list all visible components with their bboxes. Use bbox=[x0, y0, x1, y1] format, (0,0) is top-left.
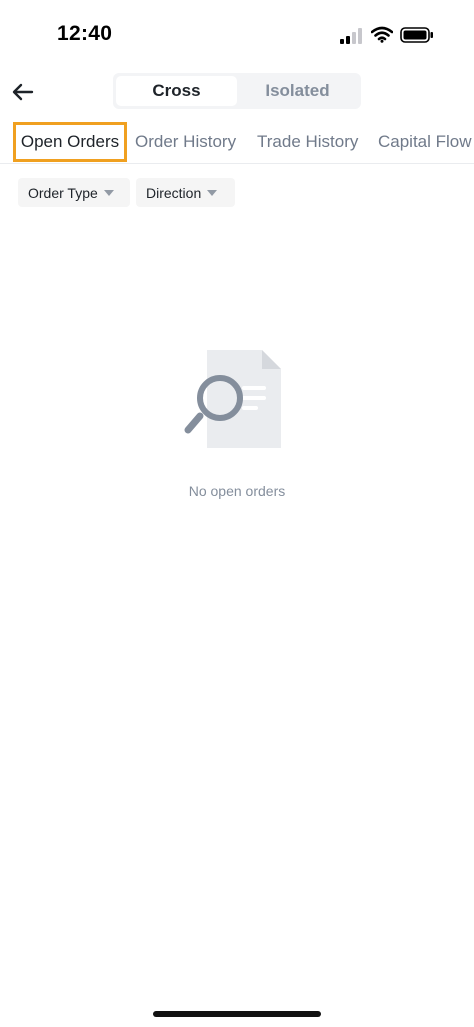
margin-mode-toggle: Cross Isolated bbox=[113, 73, 361, 109]
direction-filter[interactable]: Direction bbox=[136, 178, 235, 207]
tab-order-history[interactable]: Order History bbox=[135, 122, 236, 162]
document-search-icon bbox=[184, 350, 281, 448]
empty-state-message: No open orders bbox=[188, 483, 286, 499]
order-type-filter-label: Order Type bbox=[28, 184, 98, 201]
isolated-mode-button[interactable]: Isolated bbox=[237, 76, 358, 106]
tab-open-orders[interactable]: Open Orders bbox=[13, 122, 127, 162]
order-type-filter[interactable]: Order Type bbox=[18, 178, 130, 207]
battery-icon bbox=[400, 27, 433, 43]
tab-trade-history[interactable]: Trade History bbox=[257, 122, 358, 162]
status-time: 12:40 bbox=[57, 22, 113, 45]
tabs-divider bbox=[0, 163, 474, 164]
home-indicator[interactable] bbox=[153, 1011, 321, 1017]
caret-down-icon bbox=[103, 189, 114, 196]
wifi-icon bbox=[371, 26, 393, 43]
orders-tab-bar: Open Orders Order History Trade History … bbox=[0, 122, 474, 162]
direction-filter-label: Direction bbox=[146, 184, 202, 201]
cross-mode-button[interactable]: Cross bbox=[116, 76, 237, 106]
arrow-left-icon bbox=[12, 83, 34, 101]
tab-capital-flow[interactable]: Capital Flow bbox=[378, 122, 472, 162]
back-button[interactable] bbox=[6, 77, 40, 107]
status-bar: 12:40 bbox=[0, 0, 474, 64]
caret-down-icon bbox=[207, 189, 218, 196]
cellular-signal-icon bbox=[340, 28, 362, 44]
